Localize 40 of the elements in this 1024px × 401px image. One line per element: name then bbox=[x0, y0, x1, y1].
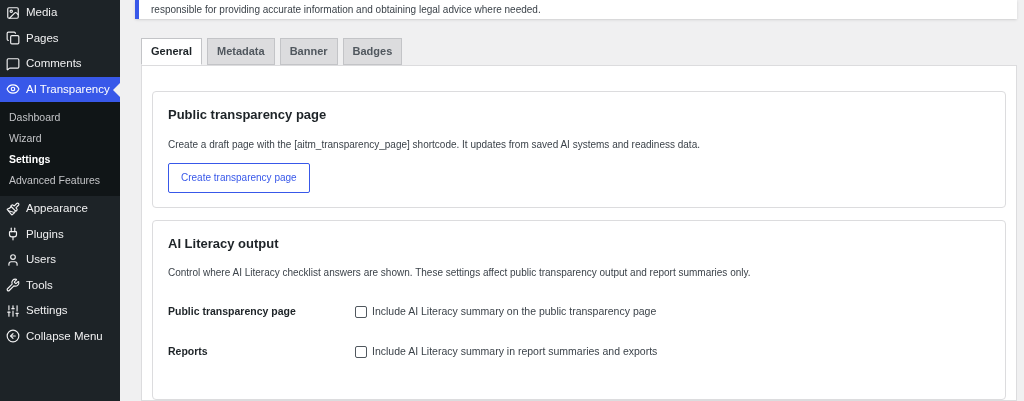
eye-icon bbox=[6, 82, 20, 97]
menu-item[interactable]: Plugins bbox=[0, 221, 120, 247]
menu-item[interactable]: Users bbox=[0, 247, 120, 273]
tab[interactable]: Badges bbox=[342, 38, 403, 65]
tab[interactable]: General bbox=[141, 38, 202, 65]
pages-icon bbox=[6, 31, 20, 46]
menu-item[interactable]: Collapse Menu bbox=[0, 323, 120, 349]
left-arrow-circle-icon bbox=[6, 329, 20, 344]
card-description: Control where AI Literacy checklist answers are shown. These settings affect public transparency output and report summaries only. bbox=[168, 266, 752, 280]
card-description: Create a draft page with the [aitm_transparency_page] shortcode. It updates from saved AI systems and readiness data. bbox=[168, 137, 701, 152]
paintbrush-icon bbox=[6, 201, 20, 216]
submenu-item[interactable]: Settings bbox=[0, 149, 120, 170]
sliders-icon bbox=[6, 303, 20, 318]
submenu-item[interactable]: Advanced Features bbox=[0, 170, 120, 191]
checkbox[interactable] bbox=[355, 305, 367, 318]
checkbox-label: Include AI Literacy summary on the public transparency page bbox=[372, 304, 657, 319]
tab[interactable]: Metadata bbox=[206, 38, 275, 65]
notice: responsible for providing accurate information and obtaining legal advice where needed. bbox=[135, 0, 1017, 19]
submenu-item[interactable]: Wizard bbox=[0, 128, 120, 149]
card-title: AI Literacy output bbox=[168, 234, 280, 253]
menu-item[interactable]: Tools bbox=[0, 272, 120, 298]
wrench-icon bbox=[6, 278, 20, 293]
checkbox-label: Include AI Literacy summary in report summaries and exports bbox=[372, 343, 658, 359]
submenu-item[interactable]: Dashboard bbox=[0, 107, 120, 128]
menu-item[interactable]: Settings bbox=[0, 298, 120, 324]
tab[interactable]: Banner bbox=[279, 38, 338, 65]
field-label: Reports bbox=[168, 343, 209, 359]
menu-item[interactable]: Appearance bbox=[0, 196, 120, 222]
menu-item[interactable]: Media bbox=[0, 0, 120, 26]
speech-bubble-icon bbox=[6, 56, 20, 71]
menu-item[interactable]: AI Transparency bbox=[0, 76, 120, 102]
image-icon bbox=[6, 5, 20, 20]
field-label: Public transparency page bbox=[168, 304, 297, 319]
card-title: Public transparency page bbox=[168, 106, 328, 124]
menu-item[interactable]: Comments bbox=[0, 51, 120, 77]
user-icon bbox=[6, 252, 20, 267]
plug-icon bbox=[6, 227, 20, 242]
checkbox[interactable] bbox=[355, 345, 367, 358]
menu-item[interactable]: Pages bbox=[0, 25, 120, 51]
create-page-button[interactable]: Create transparency page bbox=[168, 162, 310, 193]
